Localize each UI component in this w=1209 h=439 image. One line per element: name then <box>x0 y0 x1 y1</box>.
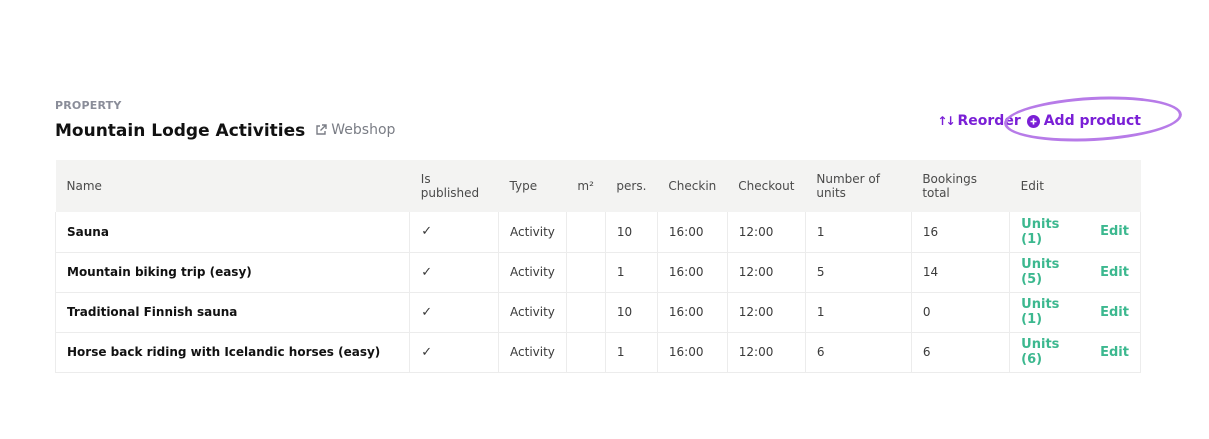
row-bookings: 16 <box>911 212 1011 253</box>
col-edit: Edit <box>1009 160 1090 212</box>
row-edit-cell: Edit <box>1089 252 1142 293</box>
reorder-button[interactable]: ↑↓ Reorder <box>937 113 1020 129</box>
edit-link[interactable]: Edit <box>1100 224 1129 239</box>
row-checkin: 16:00 <box>657 292 728 333</box>
row-name: Sauna <box>54 212 411 253</box>
table-row: Sauna ✓ Activity 10 16:00 12:00 1 16 Units (1) Ed… <box>54 212 1142 253</box>
external-link-icon <box>316 124 327 135</box>
col-published: Is published <box>409 160 499 212</box>
row-checkin: 16:00 <box>657 212 728 253</box>
col-m2: m² <box>566 160 606 212</box>
row-m2 <box>566 212 606 253</box>
row-pers: 1 <box>605 332 658 373</box>
col-pers: pers. <box>605 160 658 212</box>
section-eyebrow: PROPERTY <box>55 99 122 112</box>
row-edit-cell: Edit <box>1089 332 1142 373</box>
row-units: 1 <box>805 292 912 333</box>
row-name: Traditional Finnish sauna <box>54 292 411 333</box>
reorder-icon: ↑↓ <box>937 114 955 128</box>
units-link[interactable]: Units (1) <box>1021 297 1059 327</box>
row-edit-cell: Edit <box>1089 292 1142 333</box>
row-published: ✓ <box>409 292 500 333</box>
toolbar-actions: ↑↓ Reorder Add product <box>937 113 1141 129</box>
row-checkin: 16:00 <box>657 332 728 373</box>
col-type: Type <box>498 160 567 212</box>
row-m2 <box>566 332 606 373</box>
products-table: Name Is published Type m² pers. Checkin … <box>54 160 1142 373</box>
col-edit-spacer <box>1089 160 1141 212</box>
row-checkout: 12:00 <box>727 292 806 333</box>
webshop-link[interactable]: Webshop <box>315 122 395 138</box>
col-checkin: Checkin <box>657 160 728 212</box>
row-units: 1 <box>805 212 912 253</box>
table-row: Mountain biking trip (easy) ✓ Activity 1 16:… <box>54 252 1142 293</box>
row-pers: 1 <box>605 252 658 293</box>
row-checkin: 16:00 <box>657 252 728 293</box>
row-type: Activity <box>498 252 567 293</box>
col-checkout: Checkout <box>727 160 806 212</box>
row-units-cell: Units (5) <box>1009 252 1090 293</box>
units-link[interactable]: Units (6) <box>1021 337 1059 367</box>
row-type: Activity <box>498 332 567 373</box>
table-row: Horse back riding with Icelandic horses … <box>54 332 1142 373</box>
row-bookings: 0 <box>911 292 1011 333</box>
add-product-button[interactable]: Add product <box>1026 113 1141 129</box>
row-units-cell: Units (1) <box>1009 292 1090 333</box>
row-type: Activity <box>498 292 567 333</box>
edit-link[interactable]: Edit <box>1100 345 1129 360</box>
row-type: Activity <box>498 212 567 253</box>
row-bookings: 14 <box>911 252 1011 293</box>
webshop-label: Webshop <box>331 122 396 138</box>
row-edit-cell: Edit <box>1089 212 1142 253</box>
row-checkout: 12:00 <box>727 212 806 253</box>
col-name: Name <box>55 160 410 212</box>
add-product-label: Add product <box>1043 113 1141 129</box>
row-pers: 10 <box>605 292 658 333</box>
units-link[interactable]: Units (5) <box>1021 257 1059 287</box>
edit-link[interactable]: Edit <box>1100 305 1129 320</box>
reorder-label: Reorder <box>957 113 1021 129</box>
col-bookings: Bookings total <box>911 160 1010 212</box>
row-units: 6 <box>805 332 912 373</box>
edit-link[interactable]: Edit <box>1100 265 1129 280</box>
page-title: Mountain Lodge Activities <box>55 121 306 141</box>
row-units-cell: Units (1) <box>1009 212 1090 253</box>
row-units-cell: Units (6) <box>1009 332 1090 373</box>
row-name: Mountain biking trip (easy) <box>54 252 411 293</box>
table-header-row: Name Is published Type m² pers. Checkin … <box>55 160 1141 212</box>
row-m2 <box>566 252 606 293</box>
row-published: ✓ <box>409 252 500 293</box>
plus-circle-icon <box>1026 114 1040 128</box>
row-name: Horse back riding with Icelandic horses … <box>54 332 411 373</box>
table-row: Traditional Finnish sauna ✓ Activity 10 16:0… <box>54 292 1142 333</box>
row-m2 <box>566 292 606 333</box>
row-published: ✓ <box>409 332 500 373</box>
row-bookings: 6 <box>911 332 1011 373</box>
products-panel: PROPERTY Mountain Lodge Activities Websh… <box>54 92 1184 373</box>
row-published: ✓ <box>409 212 500 253</box>
row-checkout: 12:00 <box>727 252 806 293</box>
units-link[interactable]: Units (1) <box>1021 217 1059 247</box>
row-checkout: 12:00 <box>727 332 806 373</box>
row-units: 5 <box>805 252 912 293</box>
row-pers: 10 <box>605 212 658 253</box>
col-units: Number of units <box>805 160 912 212</box>
